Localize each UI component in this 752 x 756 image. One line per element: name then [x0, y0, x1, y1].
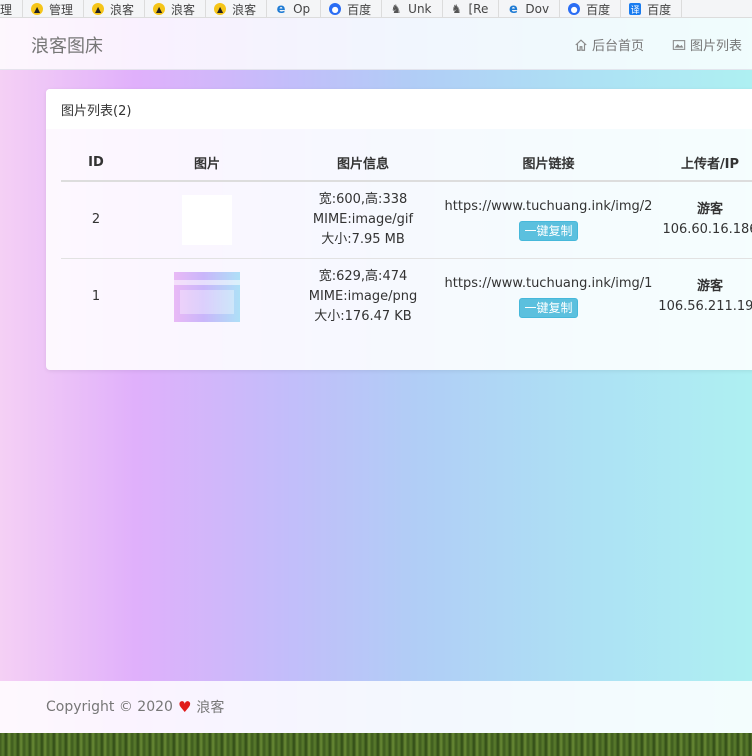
nav-link-pictures[interactable]: 图片列表 [672, 35, 742, 54]
yellow-app-icon: ▲ [31, 3, 44, 15]
column-header-image: 图片 [131, 144, 283, 182]
translate-icon: 译 [629, 3, 642, 16]
brand-title[interactable]: 浪客图床 [31, 32, 103, 58]
copy-link-button[interactable]: 一键复制 [519, 298, 578, 319]
bookmark-item[interactable]: ▲ 管理 [23, 0, 85, 17]
table-row: 2 宽:600,高:338 MIME:image/gif 大小:7.95 MB … [61, 181, 752, 258]
image-thumbnail[interactable] [174, 271, 240, 322]
github-icon: ♞ [390, 2, 402, 16]
uploader-ip: 106.56.211.196 [658, 298, 752, 314]
nav-link-home-label: 后台首页 [591, 39, 644, 54]
bookmarks-bar: 理 ▲ 管理 ▲ 浪客 ▲ 浪客 ▲ 浪客 e Op ● 百度 ♞ Unk ♞ [Re e Dov… [0, 0, 752, 18]
info-size: 宽:629,高:474 [318, 268, 408, 284]
bookmark-item[interactable]: ▲ 浪客 [84, 0, 146, 17]
baidu-paw-icon: ● [568, 3, 581, 15]
heart-icon: ♥ [177, 698, 192, 716]
footer-author[interactable]: 浪客 [196, 697, 224, 717]
image-table: ID 图片 图片信息 图片链接 上传者/IP 2 宽:600,高:338 MIM… [61, 144, 752, 335]
info-filesize: 大小:7.95 MB [321, 231, 405, 247]
bookmark-item[interactable]: ♞ Unk [382, 0, 443, 17]
column-header-link: 图片链接 [443, 144, 654, 182]
yellow-app-icon: ▲ [92, 3, 105, 15]
info-filesize: 大小:176.47 KB [314, 308, 412, 324]
navbar: 浪客图床 后台首页 图片列表 [0, 18, 752, 70]
bookmark-item[interactable]: ● 百度 [560, 0, 622, 17]
bookmark-item[interactable]: e Op [267, 0, 322, 17]
home-icon [575, 38, 587, 51]
cell-id: 2 [91, 211, 101, 227]
image-link[interactable]: https://www.tuchuang.ink/img/1 [443, 274, 654, 294]
cell-id: 1 [61, 257, 131, 335]
bookmark-item[interactable]: ♞ [Re [443, 0, 500, 17]
uploader-name: 游客 [696, 278, 723, 294]
bookmark-item[interactable]: 理 [0, 0, 24, 17]
bookmark-item[interactable]: ▲ 浪客 [206, 0, 268, 17]
nav-links: 后台首页 图片列表 [574, 35, 742, 54]
bookmark-item[interactable]: ▲ 浪客 [145, 0, 207, 17]
column-header-id: ID [61, 144, 131, 182]
column-header-info: 图片信息 [283, 144, 443, 182]
github-icon: ♞ [451, 2, 462, 16]
copyright-text: Copyright © 2020 [46, 699, 173, 715]
nav-link-pictures-label: 图片列表 [689, 39, 742, 54]
image-list-panel: 图片列表(2) ID 图片 图片信息 图片链接 上传者/IP 2 宽:600,高… [46, 89, 752, 370]
yellow-app-icon: ▲ [153, 3, 166, 15]
uploader-ip: 106.60.16.186 [662, 221, 752, 237]
footer: Copyright © 2020 ♥ 浪客 [0, 681, 752, 733]
bookmark-item[interactable]: 译百度 [621, 0, 683, 17]
column-header-uploader: 上传者/IP [654, 144, 752, 182]
baidu-paw-icon: ● [329, 3, 342, 15]
panel-title: 图片列表(2) [46, 89, 752, 129]
yellow-app-icon: ▲ [214, 3, 227, 15]
bookmark-item[interactable]: e Dov [499, 0, 561, 17]
edge-e-icon: e [508, 1, 518, 17]
uploader-name: 游客 [696, 201, 723, 217]
copy-link-button[interactable]: 一键复制 [519, 221, 578, 242]
info-size: 宽:600,高:338 [318, 191, 408, 207]
edge-e-icon: e [276, 1, 286, 17]
nav-link-home[interactable]: 后台首页 [574, 35, 644, 54]
background-grass-image [0, 733, 752, 756]
info-mime: MIME:image/png [308, 288, 418, 304]
image-thumbnail[interactable] [182, 194, 232, 245]
info-mime: MIME:image/gif [312, 211, 414, 227]
picture-icon [672, 39, 686, 50]
bookmark-item[interactable]: ● 百度 [321, 0, 383, 17]
table-row: 1 宽:629,高:474 MIME:image/png 大小:176.47 K… [61, 257, 752, 335]
image-link[interactable]: https://www.tuchuang.ink/img/2 [443, 197, 654, 217]
